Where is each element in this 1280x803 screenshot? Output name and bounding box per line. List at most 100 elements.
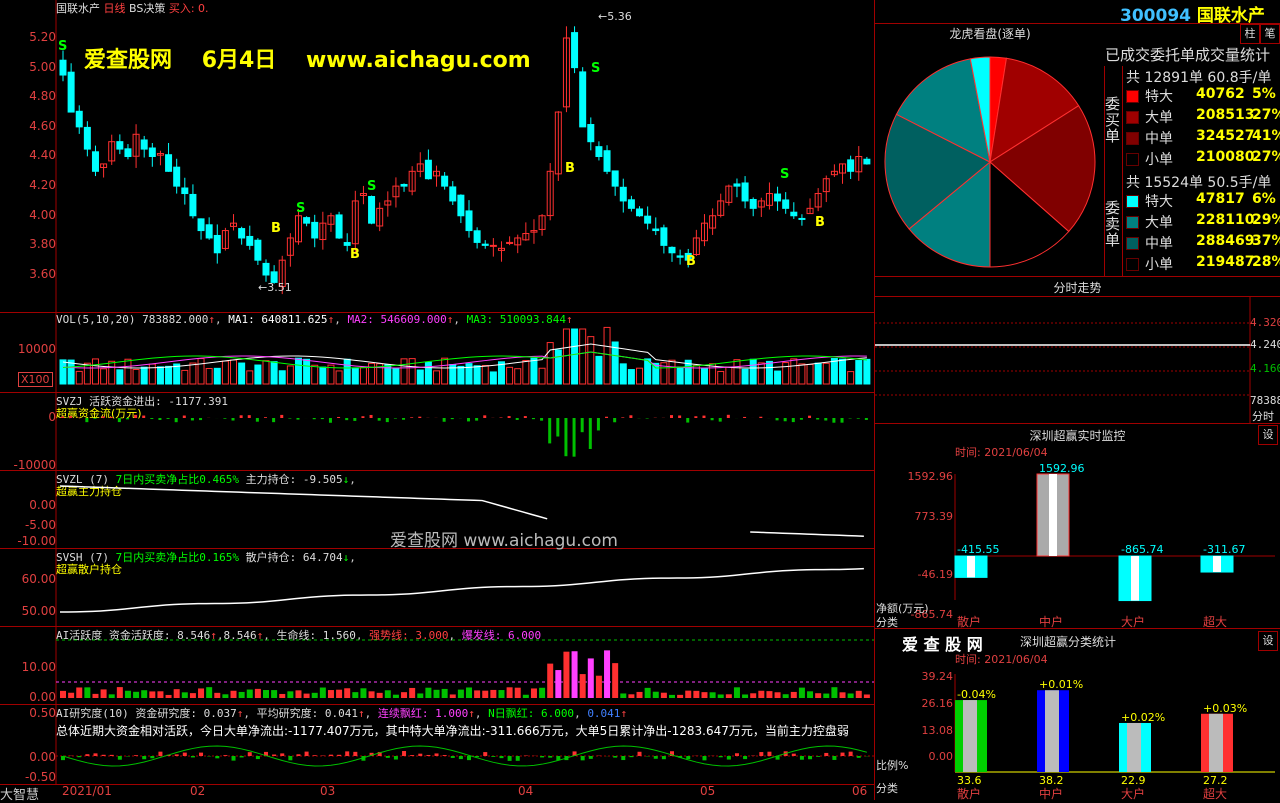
volume-bar (287, 366, 293, 384)
monitor-bar-shine (1213, 556, 1221, 572)
volume-bar (344, 359, 350, 384)
fund-flow-bar (69, 416, 72, 418)
candle-body (247, 236, 253, 245)
research-bar (483, 752, 487, 756)
activity-bar (409, 688, 415, 698)
fund-flow-bar (686, 418, 689, 423)
stat2-category: 中户 (1039, 786, 1063, 800)
buy-signal: B (565, 161, 575, 176)
monitor-category: 散户 (957, 614, 981, 629)
intraday-tick-2: 4.160 (1250, 362, 1280, 375)
volume-bar (856, 361, 862, 384)
order-name: 特大 (1145, 191, 1173, 211)
research-bar (841, 753, 845, 756)
candle-body (149, 148, 155, 157)
fund-flow-bar (142, 416, 145, 418)
monitor-settings-button[interactable]: 设 (1258, 425, 1278, 445)
candle-body (174, 167, 180, 186)
order-pct: 6% (1252, 191, 1276, 207)
fund-flow-bar (191, 418, 194, 420)
fund-flow-bar (353, 418, 356, 421)
stat2-bar-shine (963, 700, 977, 772)
volume-bar (515, 369, 521, 384)
fund-flow-bar (313, 418, 316, 419)
order-value: 47817 (1196, 191, 1245, 207)
activity-bar (758, 691, 764, 698)
stat2-tick: 26.16 (922, 697, 954, 710)
legend-swatch (1126, 195, 1139, 208)
fund-flow-bar (759, 417, 762, 418)
candlestick-chart: SBSBSBSBSB←5.36←3.51 (0, 0, 874, 312)
activity-bar (271, 690, 277, 698)
activity-bar (206, 687, 212, 698)
research-bar (150, 756, 154, 758)
fund-flow-bar (102, 416, 105, 418)
intraday-chart[interactable] (875, 297, 1280, 423)
activity-bar (76, 687, 82, 698)
activity-bar (182, 692, 188, 698)
candle-body (750, 199, 756, 208)
volume-bar (474, 366, 480, 384)
activity-bar (596, 676, 602, 698)
stat2-value: 27.2 (1203, 774, 1228, 787)
fund-flow-bar (540, 418, 543, 421)
research-bar (353, 752, 357, 756)
research-bar (629, 756, 633, 757)
legend-swatch (1126, 258, 1139, 271)
research-bar (662, 756, 666, 759)
volume-bar (637, 368, 643, 384)
volume-bar (425, 362, 431, 384)
date-0: 2021/01 (62, 784, 112, 798)
fund-flow-bar (776, 418, 779, 420)
candle-body (255, 240, 261, 260)
research-bar (702, 756, 706, 760)
candle-body (791, 212, 797, 216)
monitor-tick: -46.19 (918, 568, 953, 581)
volume-bar (701, 368, 707, 384)
candle-body (775, 194, 781, 201)
activity-bar (328, 690, 334, 698)
activity-bar (628, 694, 634, 698)
volume-bar (401, 359, 407, 384)
research-bar (345, 751, 349, 756)
monitor-tick: 1592.96 (908, 470, 954, 483)
candle-body (653, 229, 659, 231)
candle-body (864, 159, 870, 164)
activity-bar (693, 691, 699, 698)
monitor-value: -311.67 (1203, 543, 1245, 556)
volume-bar (726, 367, 732, 384)
order-pct: 29% (1252, 212, 1280, 228)
order-name: 特大 (1145, 86, 1173, 106)
candle-body (304, 218, 310, 224)
ai-active-bars (0, 626, 874, 704)
fund-flow-bar (118, 418, 121, 422)
stat2-settings-button[interactable]: 设 (1258, 631, 1278, 651)
research-bar (816, 756, 820, 757)
volume-bar (166, 366, 172, 384)
volume-bar (490, 372, 496, 384)
activity-bar (255, 689, 261, 698)
activity-bar (239, 692, 245, 698)
stat2-category: 超大 (1203, 786, 1227, 800)
research-bar (410, 755, 414, 756)
activity-bar (247, 690, 253, 698)
research-bar (443, 755, 447, 756)
legend-swatch (1126, 216, 1139, 229)
tick-mode-button[interactable]: 笔 (1260, 24, 1280, 44)
volume-bar (190, 363, 196, 384)
order-value: 324527 (1196, 128, 1254, 144)
bar-mode-button[interactable]: 柱 (1240, 24, 1260, 44)
sell-signal: S (296, 201, 305, 216)
candle-body (344, 243, 350, 246)
fund-flow-bar (110, 417, 113, 418)
volume-bars (0, 312, 874, 392)
fund-flow-bar (337, 417, 340, 418)
fund-flow-bar (256, 418, 259, 422)
stat2-bar-shine (1045, 690, 1059, 772)
volume-bar (831, 359, 837, 384)
volume-bar (125, 359, 131, 384)
research-bar (272, 755, 276, 756)
fund-flow-bar (678, 415, 681, 418)
activity-bar (393, 695, 399, 698)
research-bar (686, 756, 690, 759)
